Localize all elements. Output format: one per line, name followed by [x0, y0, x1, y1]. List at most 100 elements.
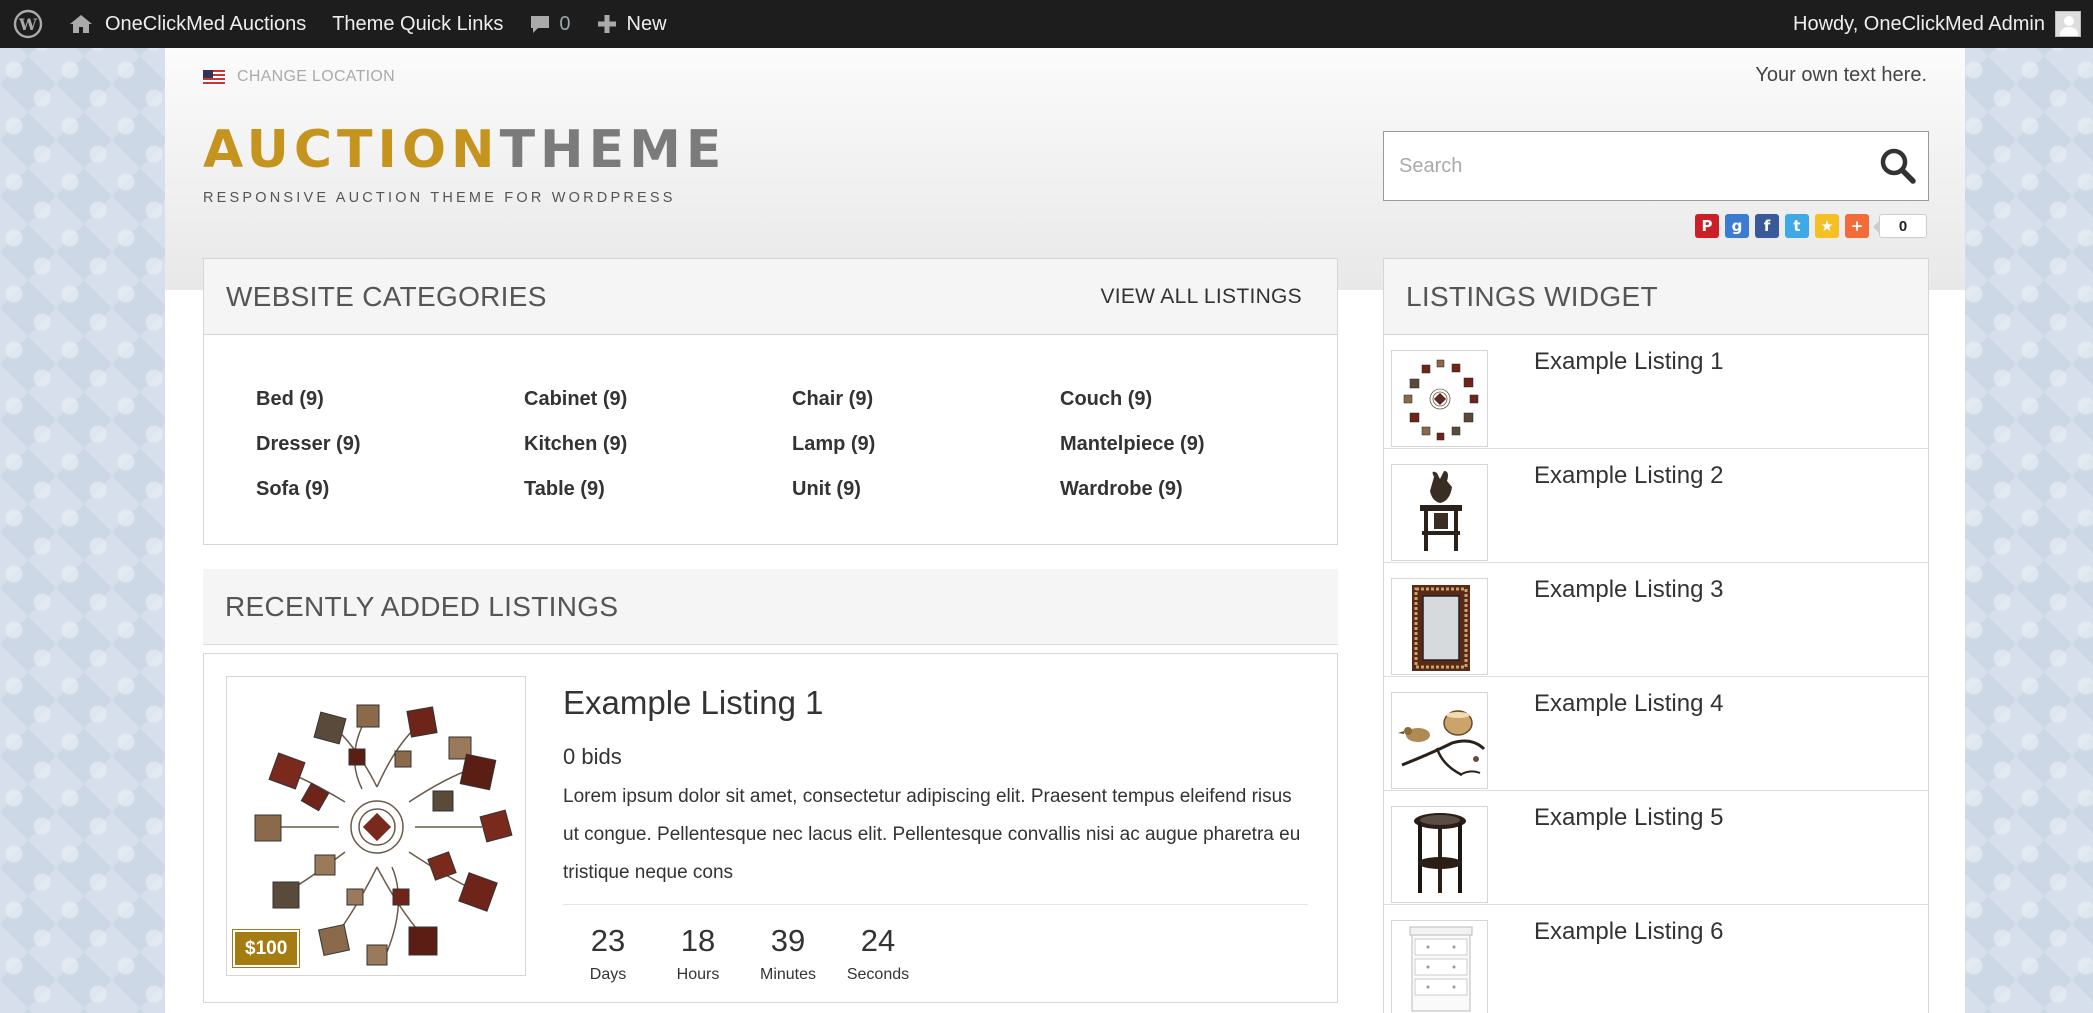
category-bed[interactable]: Bed (9) [256, 385, 524, 414]
category-kitchen[interactable]: Kitchen (9) [524, 430, 792, 459]
widget-listing-item[interactable]: Example Listing 2 [1384, 449, 1928, 563]
logo-tagline: RESPONSIVE AUCTION THEME FOR WORDPRESS [203, 190, 676, 206]
svg-text:W: W [18, 15, 38, 34]
widget-title: LISTINGS WIDGET [1406, 280, 1658, 312]
listing-image[interactable]: $100 [226, 676, 526, 976]
category-table[interactable]: Table (9) [524, 475, 792, 504]
logo-wordmark: AUCTIONTHEME [203, 124, 726, 176]
comment-icon [531, 16, 550, 33]
search-button[interactable] [1868, 132, 1928, 200]
wordpress-logo-icon[interactable]: W [0, 0, 56, 48]
round-side-table-image [1414, 813, 1466, 893]
widget-thumbnail[interactable] [1391, 692, 1488, 789]
category-cabinet[interactable]: Cabinet (9) [524, 385, 792, 414]
white-dresser-image [1409, 926, 1473, 1012]
search-box [1383, 131, 1929, 201]
category-mantelpiece[interactable]: Mantelpiece (9) [1060, 430, 1328, 459]
header-text: Your own text here. [1755, 64, 1927, 86]
change-location-link[interactable]: CHANGE LOCATION [203, 68, 395, 86]
countdown-hours-value: 18 [680, 923, 716, 958]
share-plus-icon[interactable]: + [1845, 214, 1869, 238]
countdown-minutes: 39 Minutes [743, 922, 833, 984]
page-wrapper: CHANGE LOCATION Your own text here. AUCT… [165, 48, 1965, 1013]
side-table-sculpture-image [1420, 471, 1462, 551]
pinterest-icon[interactable]: P [1695, 214, 1719, 238]
widget-listing-item[interactable]: Example Listing 3 [1384, 563, 1928, 677]
category-sofa[interactable]: Sofa (9) [256, 475, 524, 504]
facebook-icon[interactable]: f [1755, 214, 1779, 238]
google-plus-icon[interactable]: g [1725, 214, 1749, 238]
countdown-days-value: 23 [590, 923, 626, 958]
bookmark-star-icon[interactable]: ★ [1815, 214, 1839, 238]
comment-count: 0 [559, 12, 571, 35]
categories-header: WEBSITE CATEGORIES VIEW ALL LISTINGS [204, 259, 1337, 335]
logo-part-auction: AUCTION [203, 120, 500, 180]
category-dresser[interactable]: Dresser (9) [256, 430, 524, 459]
widget-header: LISTINGS WIDGET [1384, 259, 1928, 335]
plus-icon [597, 15, 616, 33]
category-chair[interactable]: Chair (9) [792, 385, 1060, 414]
change-location-label: CHANGE LOCATION [237, 68, 395, 85]
listings-widget: LISTINGS WIDGET Example Listing 1 Exampl… [1383, 258, 1929, 1013]
quick-links-label: Theme Quick Links [332, 12, 504, 35]
widget-thumbnail[interactable] [1391, 578, 1488, 675]
widget-listing-item[interactable]: Example Listing 6 [1384, 905, 1928, 1013]
widget-listing-title[interactable]: Example Listing 1 [1534, 348, 1723, 376]
widget-thumbnail[interactable] [1391, 920, 1488, 1013]
listing-divider [563, 904, 1308, 905]
new-content-link[interactable]: New [584, 0, 680, 48]
countdown-days: 23 Days [563, 922, 653, 984]
logo-part-theme: THEME [499, 120, 727, 180]
view-all-listings-link[interactable]: VIEW ALL LISTINGS [1100, 285, 1315, 309]
us-flag-icon [203, 69, 225, 85]
countdown-minutes-value: 39 [770, 923, 806, 958]
site-name: OneClickMed Auctions [105, 12, 307, 35]
admin-bar: W OneClickMed Auctions Theme Quick Links… [0, 0, 2093, 48]
category-couch[interactable]: Couch (9) [1060, 385, 1328, 414]
category-lamp[interactable]: Lamp (9) [792, 430, 1060, 459]
site-logo[interactable]: AUCTIONTHEME RESPONSIVE AUCTION THEME FO… [203, 124, 726, 206]
widget-listing-item[interactable]: Example Listing 1 [1384, 335, 1928, 449]
recent-listings-header: RECENTLY ADDED LISTINGS [203, 569, 1338, 645]
share-count: 0 [1873, 214, 1927, 238]
comments-link[interactable]: 0 [516, 0, 583, 48]
widget-thumbnail[interactable] [1391, 806, 1488, 903]
admin-bar-left: W OneClickMed Auctions Theme Quick Links… [0, 0, 680, 48]
listing-card: $100 Example Listing 1 0 bids Lorem ipsu… [203, 653, 1338, 1003]
countdown-seconds-value: 24 [860, 923, 896, 958]
price-tag: $100 [233, 930, 300, 967]
widget-listing-title[interactable]: Example Listing 2 [1534, 462, 1723, 490]
twitter-icon[interactable]: t [1785, 214, 1809, 238]
theme-quick-links[interactable]: Theme Quick Links [319, 0, 516, 48]
howdy-text: Howdy, OneClickMed Admin [1793, 12, 2045, 35]
widget-listing-item[interactable]: Example Listing 4 [1384, 677, 1928, 791]
bird-candle-holder-image [1398, 710, 1486, 777]
site-name-link[interactable]: OneClickMed Auctions [56, 0, 319, 48]
widget-listing-item[interactable]: Example Listing 5 [1384, 791, 1928, 905]
home-icon [70, 15, 92, 33]
widget-listing-title[interactable]: Example Listing 3 [1534, 576, 1723, 604]
countdown-minutes-label: Minutes [759, 966, 817, 983]
countdown-hours-label: Hours [676, 966, 720, 983]
category-wardrobe[interactable]: Wardrobe (9) [1060, 475, 1328, 504]
account-menu[interactable]: Howdy, OneClickMed Admin [1793, 0, 2093, 48]
search-input[interactable] [1384, 132, 1868, 200]
mirror-image [1412, 585, 1470, 671]
countdown-hours: 18 Hours [653, 922, 743, 984]
categories-panel: WEBSITE CATEGORIES VIEW ALL LISTINGS Bed… [203, 258, 1338, 545]
widget-thumbnail[interactable] [1391, 350, 1488, 447]
widget-listing-title[interactable]: Example Listing 4 [1534, 690, 1723, 718]
widget-listing-title[interactable]: Example Listing 5 [1534, 804, 1723, 832]
category-unit[interactable]: Unit (9) [792, 475, 1060, 504]
category-grid: Bed (9) Cabinet (9) Chair (9) Couch (9) … [204, 335, 1337, 504]
widget-listing-title[interactable]: Example Listing 6 [1534, 918, 1723, 946]
countdown-seconds-label: Seconds [846, 966, 910, 983]
listing-bids: 0 bids [563, 744, 622, 769]
countdown-seconds: 24 Seconds [833, 922, 923, 984]
widget-thumbnail[interactable] [1391, 464, 1488, 561]
countdown-timer: 23 Days 18 Hours 39 Minutes 24 Seconds [563, 922, 923, 984]
recent-listings-title: RECENTLY ADDED LISTINGS [225, 590, 619, 622]
search-icon [1880, 148, 1916, 184]
listing-description: Lorem ipsum dolor sit amet, consectetur … [563, 786, 1301, 883]
listing-title[interactable]: Example Listing 1 [563, 684, 823, 722]
